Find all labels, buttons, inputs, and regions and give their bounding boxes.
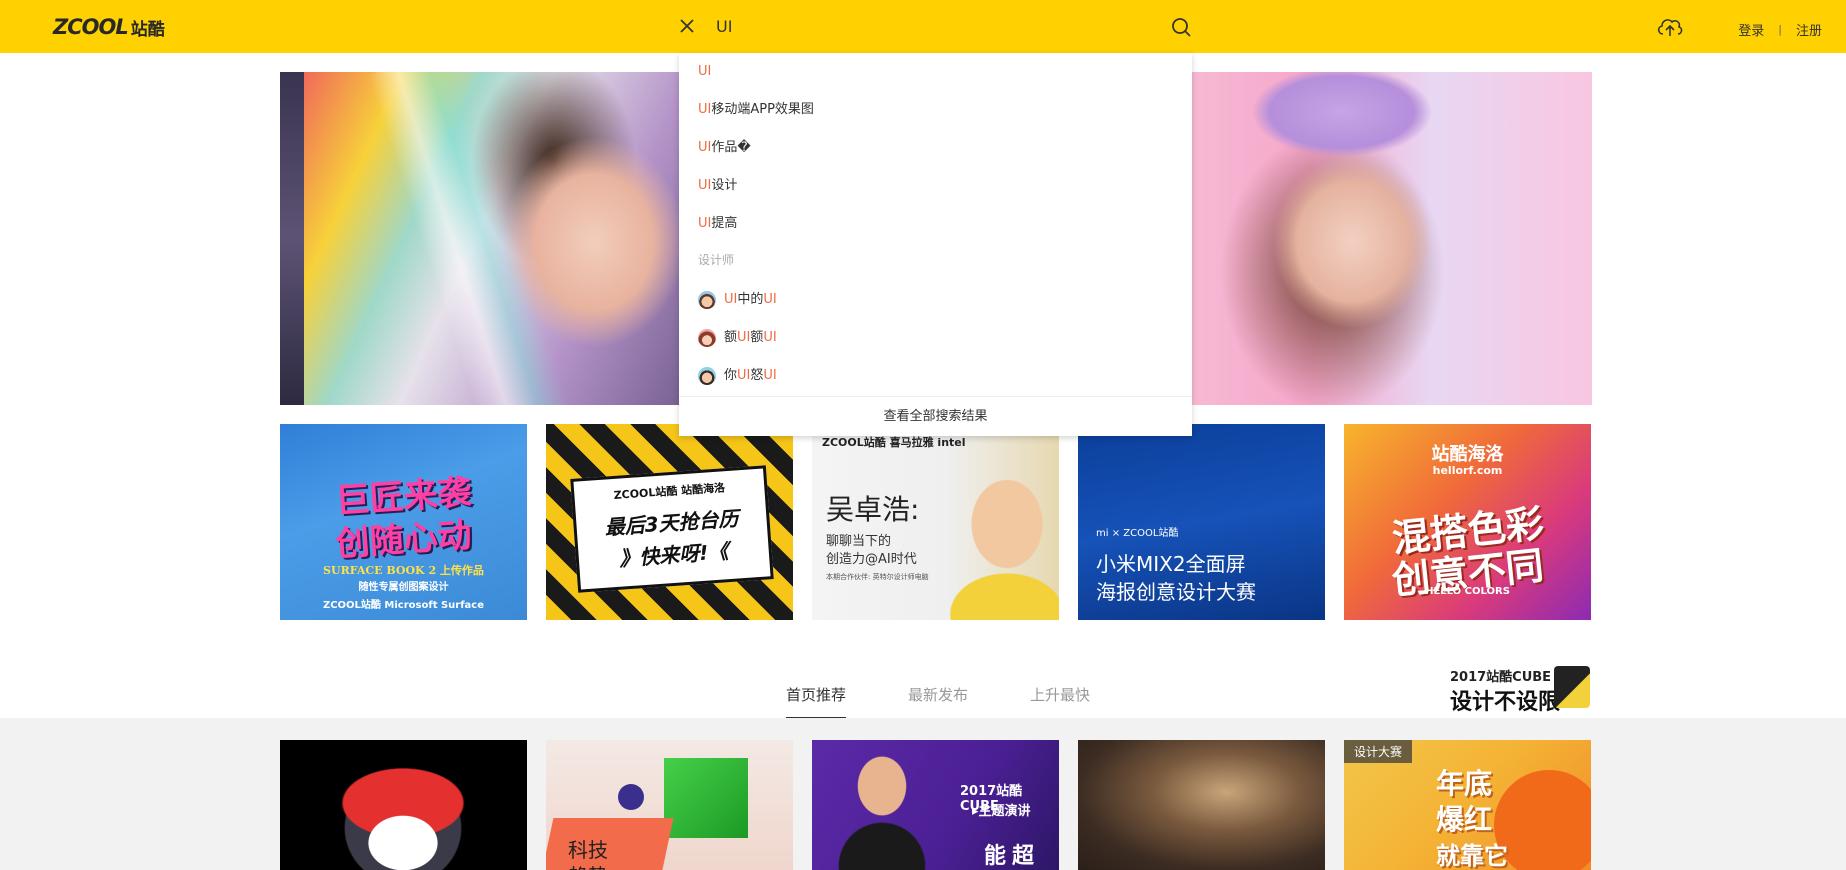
avatar <box>698 367 716 385</box>
orange-fruit-shape <box>1494 770 1591 870</box>
cloud-upload-icon <box>1657 19 1683 36</box>
suggestion-text: 设计 <box>711 178 738 193</box>
auth-separator: | <box>1778 23 1782 36</box>
avatar <box>698 291 716 309</box>
green-cube-shape <box>664 758 748 838</box>
auth-links: 登录 | 注册 <box>1738 20 1822 39</box>
banner-edge-strip <box>280 72 304 405</box>
top-header: ZCOOL 站酷 登录 | 注册 <box>0 0 1846 53</box>
promo-footnote: 本期合作伙伴: 英特尔设计师电脑 <box>826 573 929 581</box>
promo-card-colors[interactable]: 站酷海洛 hellorf.com 混搭色彩 创意不同 HELLO COLORS <box>1344 424 1591 620</box>
feed-card[interactable] <box>280 740 527 870</box>
suggestion-item[interactable]: UI <box>698 62 711 82</box>
promo-brand: ZCOOL站酷 Microsoft Surface <box>322 600 485 611</box>
banner-glass-reflection <box>367 72 571 405</box>
promo-sign: ZCOOL站酷 站酷海洛 最后3天抢台历 》快来呀!《 <box>570 465 774 593</box>
feed-card-title: 能超 <box>984 844 1041 869</box>
feed-card[interactable]: 设计大赛 年底 爆红 就靠它 <box>1344 740 1591 870</box>
feed-card-title: 年底 <box>1436 767 1493 800</box>
promo-url: hellorf.com <box>1432 464 1503 477</box>
banner-photo-right <box>1192 72 1592 405</box>
cube-2017-logo[interactable]: 2017站酷CUBE 设计不设限 <box>1450 664 1592 715</box>
search-input[interactable] <box>712 10 1160 42</box>
promo-brand: ZCOOL站酷 站酷海洛 <box>613 481 726 502</box>
feed-card[interactable] <box>1078 740 1325 870</box>
designer-group-heading: 设计师 <box>698 253 735 267</box>
promo-card-interview[interactable]: ZCOOL站酷 喜马拉雅 intel 吴卓浩: 聊聊当下的 创造力@AI时代 本… <box>812 424 1059 620</box>
suggestion-highlight: UI <box>698 140 712 155</box>
suggestion-highlight: UI <box>698 102 712 117</box>
suggestion-item[interactable]: UI设计 <box>698 176 737 196</box>
suggestion-text: 作品� <box>711 140 751 155</box>
feed-card-title: 爆红 <box>1436 803 1493 836</box>
speaker-photo <box>832 746 942 870</box>
designer-item[interactable]: UI中的UI <box>698 290 777 310</box>
feed-card-title: 趋势 <box>568 860 608 870</box>
speaker-photo <box>947 464 1059 620</box>
sphere-shape <box>618 784 644 810</box>
tab-rising[interactable]: 上升最快 <box>1030 680 1090 719</box>
suggestion-item[interactable]: UI作品� <box>698 138 751 158</box>
suggestion-highlight: UI <box>698 216 712 231</box>
designer-item[interactable]: 你UI怒UI <box>698 366 777 386</box>
designer-item[interactable]: 额UI额UI <box>698 328 777 348</box>
zcool-logo[interactable]: ZCOOL 站酷 <box>53 14 165 40</box>
cube-logo-slogan: 设计不设限 <box>1450 690 1561 715</box>
feed-card-subtitle: ▸主题演讲 <box>972 804 1031 819</box>
designer-name: UI中的UI <box>724 292 777 307</box>
suggestion-item[interactable]: UI移动端APP效果图 <box>698 100 814 120</box>
promo-card-surface[interactable]: 巨匠来袭 创随心动 SURFACE BOOK 2 上传作品 随性专属创图案设计 … <box>280 424 527 620</box>
search-icon <box>1172 18 1191 37</box>
banner-photo-left <box>304 72 704 405</box>
avatar <box>698 329 716 347</box>
promo-title: 海报创意设计大赛 <box>1096 580 1256 604</box>
clear-search-button[interactable] <box>675 14 699 38</box>
logo-cjk: 站酷 <box>130 19 165 40</box>
promo-card-xiaomi[interactable]: mi × ZCOOL站酷 小米MIX2全面屏 海报创意设计大赛 <box>1078 424 1325 620</box>
feed-card[interactable]: 科技 趋势 <box>546 740 793 870</box>
feed-tabs: 首页推荐 最新发布 上升最快 <box>786 680 1152 719</box>
cube-mascot-icon <box>1554 666 1590 708</box>
promo-card-calendar[interactable]: ZCOOL站酷 站酷海洛 最后3天抢台历 》快来呀!《 <box>546 424 793 620</box>
search-suggestions-dropdown: UI UI移动端APP效果图 UI作品� UI设计 UI提高 设计师 UI中的U… <box>679 53 1192 436</box>
feed-card[interactable]: 2017站酷CUBE ▸主题演讲 能超 <box>812 740 1059 870</box>
view-all-results-link[interactable]: 查看全部搜索结果 <box>679 396 1192 437</box>
feed-card-title: 科技 <box>568 838 608 862</box>
promo-title: 吴卓浩: <box>826 493 920 526</box>
promo-brand: 站酷海洛 <box>1431 444 1504 465</box>
designer-name: 额UI额UI <box>724 330 777 345</box>
orange-slab-shape <box>546 818 674 870</box>
close-icon <box>680 19 694 33</box>
designer-name: 你UI怒UI <box>724 368 777 383</box>
tab-recommended[interactable]: 首页推荐 <box>786 680 847 719</box>
husky-illustration <box>328 748 478 870</box>
promo-subtitle: SURFACE BOOK 2 上传作品 <box>323 564 484 577</box>
promo-title: 小米MIX2全面屏 <box>1096 552 1246 576</box>
login-link[interactable]: 登录 <box>1738 20 1764 39</box>
tab-latest[interactable]: 最新发布 <box>908 680 968 719</box>
promo-subtitle: 创造力@AI时代 <box>826 552 917 567</box>
feed-card-tag: 设计大赛 <box>1344 740 1413 763</box>
suggestion-text: 移动端APP效果图 <box>711 102 814 117</box>
register-link[interactable]: 注册 <box>1796 20 1822 39</box>
logo-latin: ZCOOL <box>53 15 129 39</box>
promo-subtitle: 聊聊当下的 <box>826 534 892 549</box>
feed-card-title: 就靠它 <box>1436 842 1508 870</box>
promo-brand: mi × ZCOOL站酷 <box>1096 528 1179 539</box>
upload-button[interactable] <box>1655 14 1685 40</box>
search-button[interactable] <box>1170 16 1194 40</box>
suggestion-highlight: UI <box>698 64 712 79</box>
promo-footnote: HELLO COLORS <box>1425 586 1510 597</box>
promo-subtitle: 随性专属创图案设计 <box>358 582 449 593</box>
suggestion-text: 提高 <box>711 216 738 231</box>
cube-logo-year: 2017站酷CUBE <box>1450 670 1552 685</box>
suggestion-highlight: UI <box>698 178 712 193</box>
suggestion-item[interactable]: UI提高 <box>698 214 737 234</box>
